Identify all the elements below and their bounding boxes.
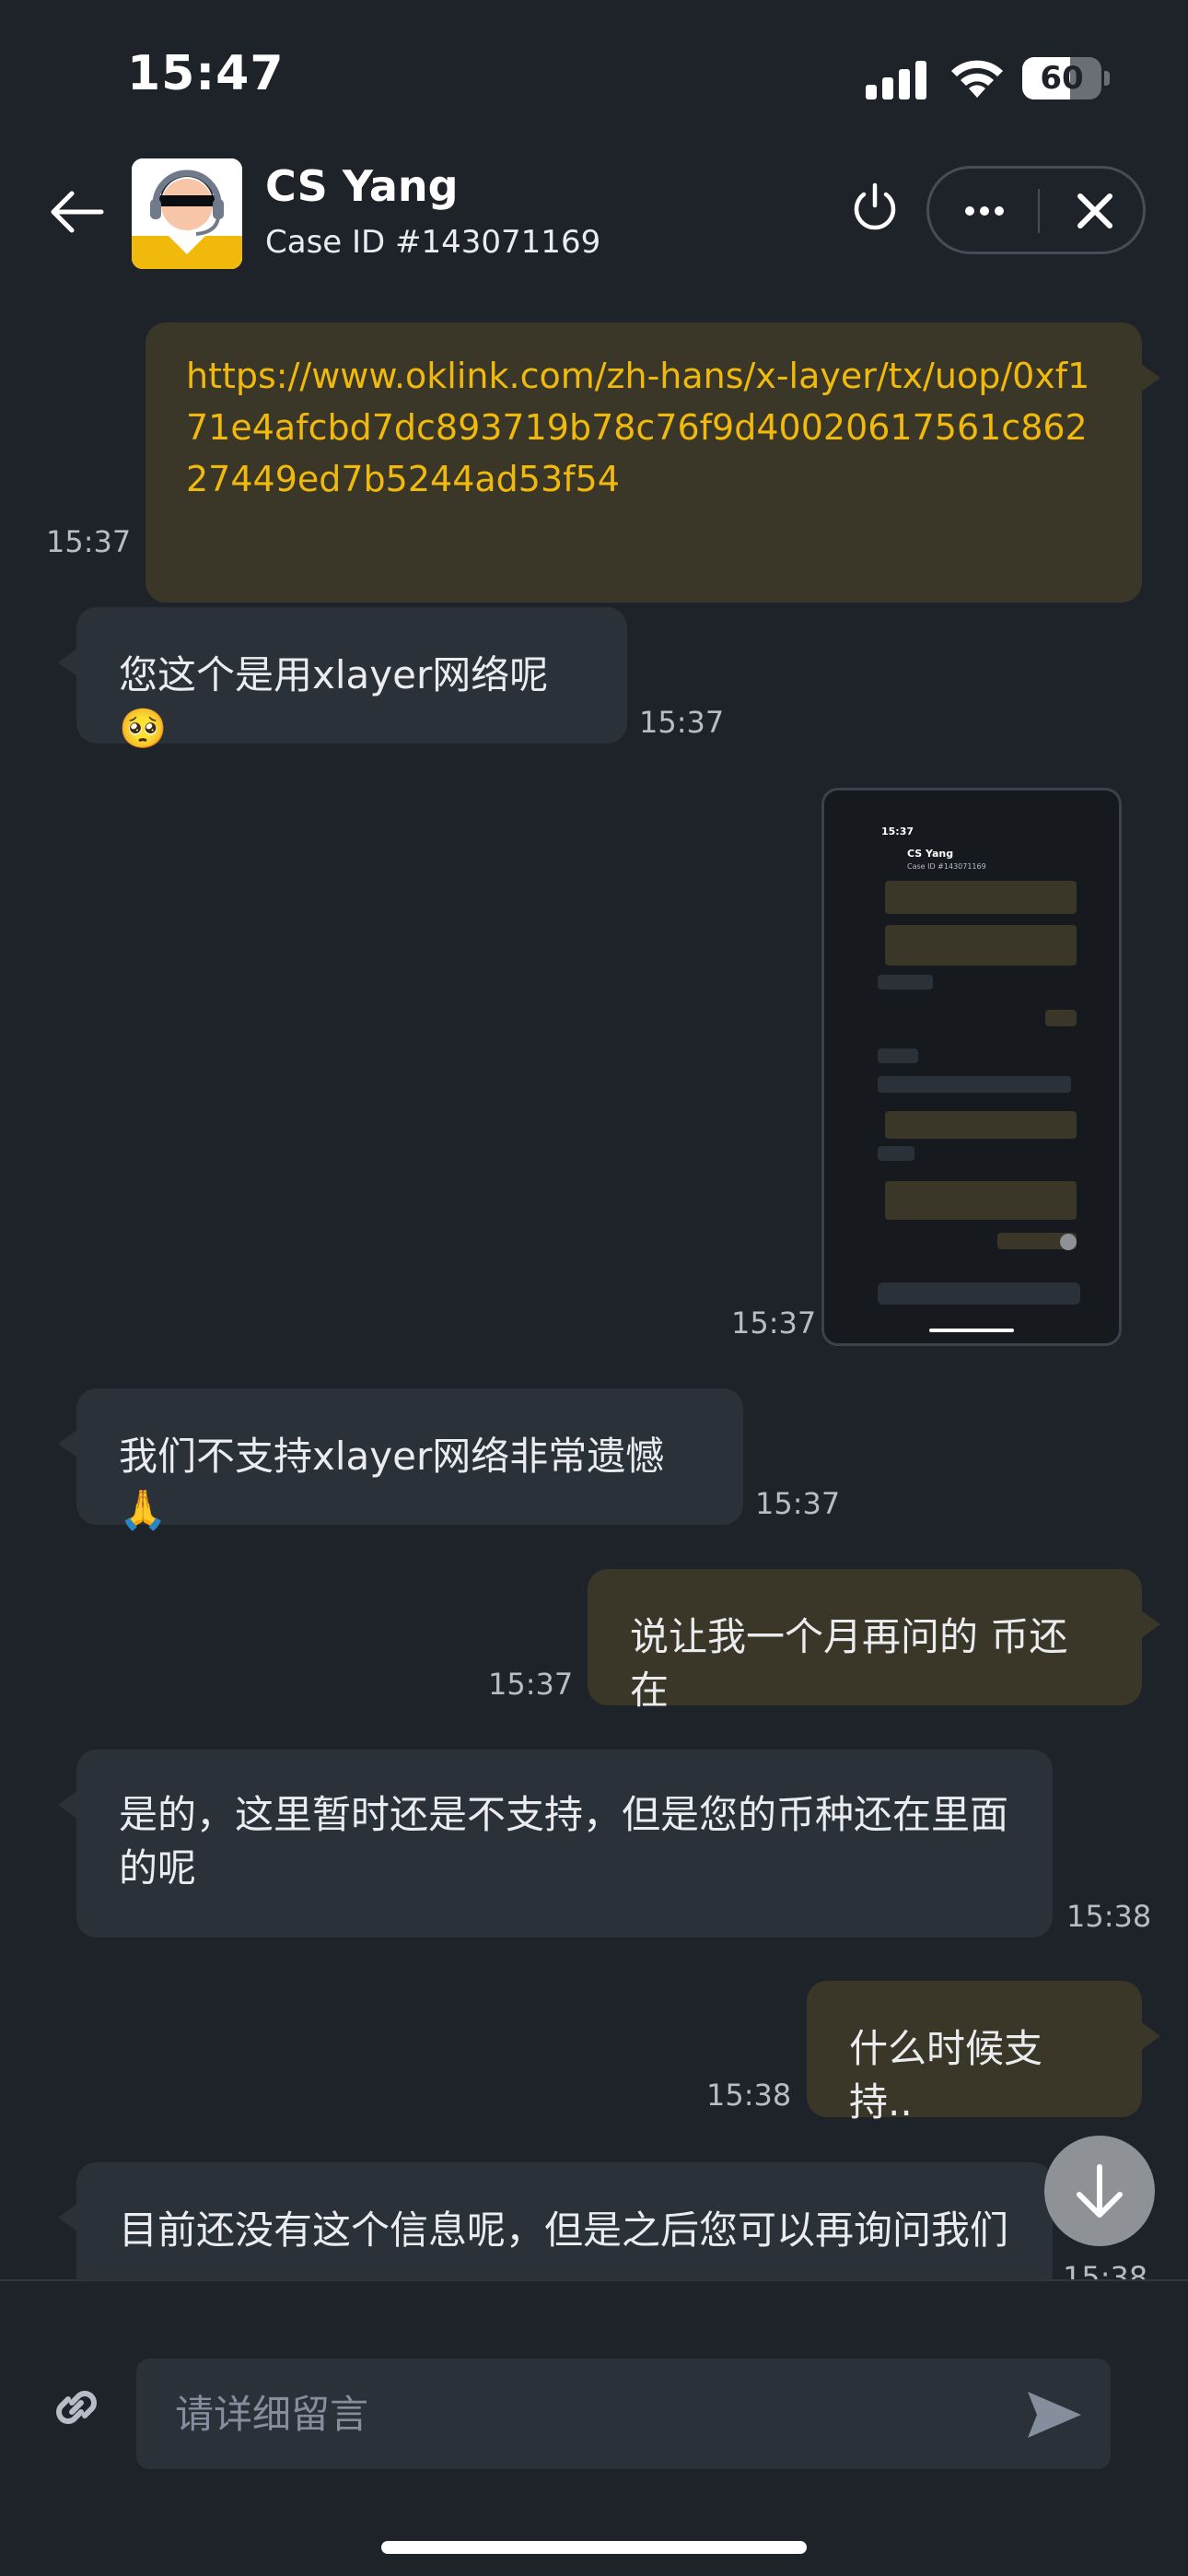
message-text: 我们不支持xlayer网络非常遗憾🙏: [119, 1434, 665, 1532]
message-bubble-incoming[interactable]: 目前还没有这个信息呢，但是之后您可以再询问我们: [58, 2162, 1053, 2280]
message-bubble-outgoing[interactable]: 什么时候支持..: [807, 1981, 1160, 2125]
home-indicator: [381, 2541, 807, 2554]
input-divider: [0, 2279, 1188, 2281]
divider: [1038, 189, 1040, 233]
message-timestamp: 15:38: [1066, 1899, 1152, 1934]
preview-agent-name: CS Yang: [907, 848, 954, 860]
message-bubble-outgoing[interactable]: https://www.oklink.com/zh-hans/x-layer/t…: [146, 322, 1160, 603]
preview-time: 15:37: [881, 825, 914, 837]
message-text: 目前还没有这个信息呢，但是之后您可以再询问我们: [119, 2207, 1009, 2253]
message-text: 说让我一个月再问的 币还在: [630, 1614, 1068, 1713]
message-bubble-incoming[interactable]: 是的，这里暂时还是不支持，但是您的币种还在里面的呢: [58, 1750, 1053, 1938]
message-text: 什么时候支持..: [849, 2026, 1043, 2125]
more-icon[interactable]: [948, 181, 1021, 240]
power-icon[interactable]: [845, 178, 904, 237]
message-timestamp: 15:37: [639, 705, 725, 740]
message-timestamp: 15:37: [46, 524, 132, 559]
message-timestamp: 15:37: [488, 1667, 574, 1702]
agent-avatar: [132, 158, 242, 269]
battery-icon: 60: [1022, 57, 1111, 100]
scroll-to-bottom-button[interactable]: [1044, 2136, 1155, 2246]
send-icon[interactable]: [1022, 2383, 1087, 2447]
cellular-signal-icon: [866, 61, 926, 100]
chat-header: CS Yang Case ID #143071169: [0, 152, 1188, 281]
message-timestamp: 15:38: [1063, 2260, 1148, 2280]
agent-name: CS Yang: [265, 161, 459, 211]
wifi-icon: [951, 60, 1003, 98]
message-text: 您这个是用xlayer网络呢🥺: [119, 652, 549, 751]
status-bar: 15:47 60: [0, 0, 1188, 152]
link-attach-icon[interactable]: [44, 2375, 109, 2440]
close-icon[interactable]: [1058, 181, 1132, 240]
header-actions: [926, 166, 1146, 254]
screenshot-attachment[interactable]: 15:37 CS Yang Case ID #143071169: [821, 788, 1122, 1346]
back-arrow-icon[interactable]: [41, 175, 114, 249]
battery-percentage: 60: [1040, 60, 1084, 97]
preview-case-id: Case ID #143071169: [907, 862, 986, 871]
case-id: Case ID #143071169: [265, 224, 601, 261]
status-time: 15:47: [127, 46, 285, 101]
message-timestamp: 15:37: [755, 1486, 841, 1521]
message-timestamp: 15:37: [731, 1306, 817, 1341]
message-timestamp: 15:38: [706, 2078, 792, 2113]
message-text: 是的，这里暂时还是不支持，但是您的币种还在里面的呢: [119, 1792, 1009, 1891]
arrow-down-icon: [1077, 2164, 1123, 2218]
chat-area[interactable]: https://www.oklink.com/zh-hans/x-layer/t…: [0, 281, 1188, 2280]
message-input[interactable]: [136, 2359, 1111, 2469]
message-bubble-incoming[interactable]: 我们不支持xlayer网络非常遗憾🙏: [58, 1388, 743, 1532]
message-bubble-incoming[interactable]: 您这个是用xlayer网络呢🥺: [58, 607, 627, 751]
message-link[interactable]: https://www.oklink.com/zh-hans/x-layer/t…: [186, 356, 1089, 499]
message-bubble-outgoing[interactable]: 说让我一个月再问的 币还在: [588, 1569, 1160, 1713]
